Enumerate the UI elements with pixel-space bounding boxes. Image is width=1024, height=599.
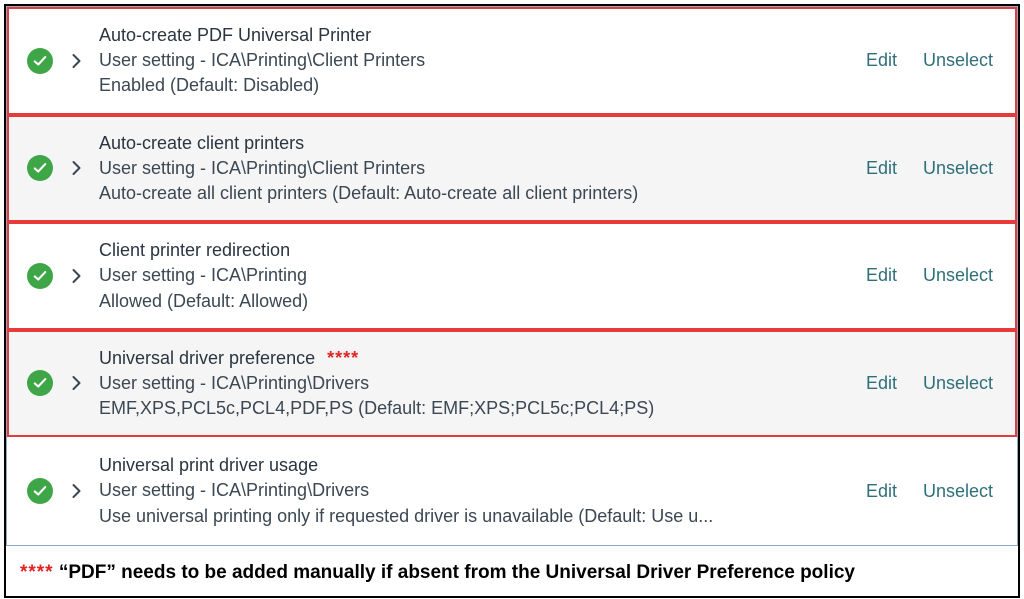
policy-value: Allowed (Default: Allowed) bbox=[99, 289, 779, 314]
policy-value: Use universal printing only if requested… bbox=[99, 504, 779, 529]
policy-value: EMF,XPS,PCL5c,PCL4,PDF,PS (Default: EMF;… bbox=[99, 396, 779, 421]
footnote: **** “PDF” needs to be added manually if… bbox=[6, 546, 1018, 588]
unselect-link[interactable]: Unselect bbox=[923, 50, 993, 71]
policy-title: Universal driver preference bbox=[99, 346, 315, 371]
asterisk-marker: **** bbox=[327, 346, 359, 371]
footnote-text: “PDF” needs to be added manually if abse… bbox=[54, 562, 855, 583]
edit-link[interactable]: Edit bbox=[866, 373, 897, 394]
policy-settings-panel: Auto-create PDF Universal PrinterUser se… bbox=[4, 4, 1020, 598]
policy-title: Auto-create PDF Universal Printer bbox=[99, 23, 371, 48]
check-icon bbox=[27, 155, 53, 181]
edit-link[interactable]: Edit bbox=[866, 481, 897, 502]
chevron-right-icon[interactable] bbox=[67, 52, 85, 70]
policy-value: Auto-create all client printers (Default… bbox=[99, 181, 779, 206]
policy-content: Universal print driver usageUser setting… bbox=[99, 453, 852, 529]
policy-path: User setting - ICA\Printing bbox=[99, 263, 852, 288]
policy-row: Auto-create client printersUser setting … bbox=[7, 115, 1017, 223]
unselect-link[interactable]: Unselect bbox=[923, 373, 993, 394]
policy-content: Auto-create PDF Universal PrinterUser se… bbox=[99, 23, 852, 99]
policy-path: User setting - ICA\Printing\Drivers bbox=[99, 478, 852, 503]
footnote-asterisks: **** bbox=[20, 562, 54, 583]
policy-row: Universal print driver usageUser setting… bbox=[7, 437, 1017, 545]
row-actions: Edit Unselect bbox=[866, 373, 997, 394]
policy-row: Universal driver preference ****User sett… bbox=[7, 330, 1017, 438]
policy-content: Universal driver preference ****User sett… bbox=[99, 346, 852, 422]
chevron-right-icon[interactable] bbox=[67, 159, 85, 177]
policy-title: Auto-create client printers bbox=[99, 131, 304, 156]
unselect-link[interactable]: Unselect bbox=[923, 158, 993, 179]
edit-link[interactable]: Edit bbox=[866, 158, 897, 179]
policy-settings-list: Auto-create PDF Universal PrinterUser se… bbox=[6, 6, 1018, 546]
policy-content: Auto-create client printersUser setting … bbox=[99, 131, 852, 207]
check-icon bbox=[27, 48, 53, 74]
row-actions: Edit Unselect bbox=[866, 481, 997, 502]
check-icon bbox=[27, 478, 53, 504]
row-actions: Edit Unselect bbox=[866, 265, 997, 286]
chevron-right-icon[interactable] bbox=[67, 482, 85, 500]
policy-row: Auto-create PDF Universal PrinterUser se… bbox=[7, 7, 1017, 115]
edit-link[interactable]: Edit bbox=[866, 50, 897, 71]
unselect-link[interactable]: Unselect bbox=[923, 481, 993, 502]
check-icon bbox=[27, 263, 53, 289]
row-actions: Edit Unselect bbox=[866, 50, 997, 71]
policy-title: Universal print driver usage bbox=[99, 453, 318, 478]
check-icon bbox=[27, 370, 53, 396]
row-actions: Edit Unselect bbox=[866, 158, 997, 179]
policy-path: User setting - ICA\Printing\Drivers bbox=[99, 371, 852, 396]
edit-link[interactable]: Edit bbox=[866, 265, 897, 286]
chevron-right-icon[interactable] bbox=[67, 374, 85, 392]
policy-title: Client printer redirection bbox=[99, 238, 290, 263]
policy-path: User setting - ICA\Printing\Client Print… bbox=[99, 156, 852, 181]
chevron-right-icon[interactable] bbox=[67, 267, 85, 285]
policy-row: Client printer redirectionUser setting -… bbox=[7, 222, 1017, 330]
unselect-link[interactable]: Unselect bbox=[923, 265, 993, 286]
policy-path: User setting - ICA\Printing\Client Print… bbox=[99, 48, 852, 73]
policy-content: Client printer redirectionUser setting -… bbox=[99, 238, 852, 314]
policy-value: Enabled (Default: Disabled) bbox=[99, 73, 779, 98]
